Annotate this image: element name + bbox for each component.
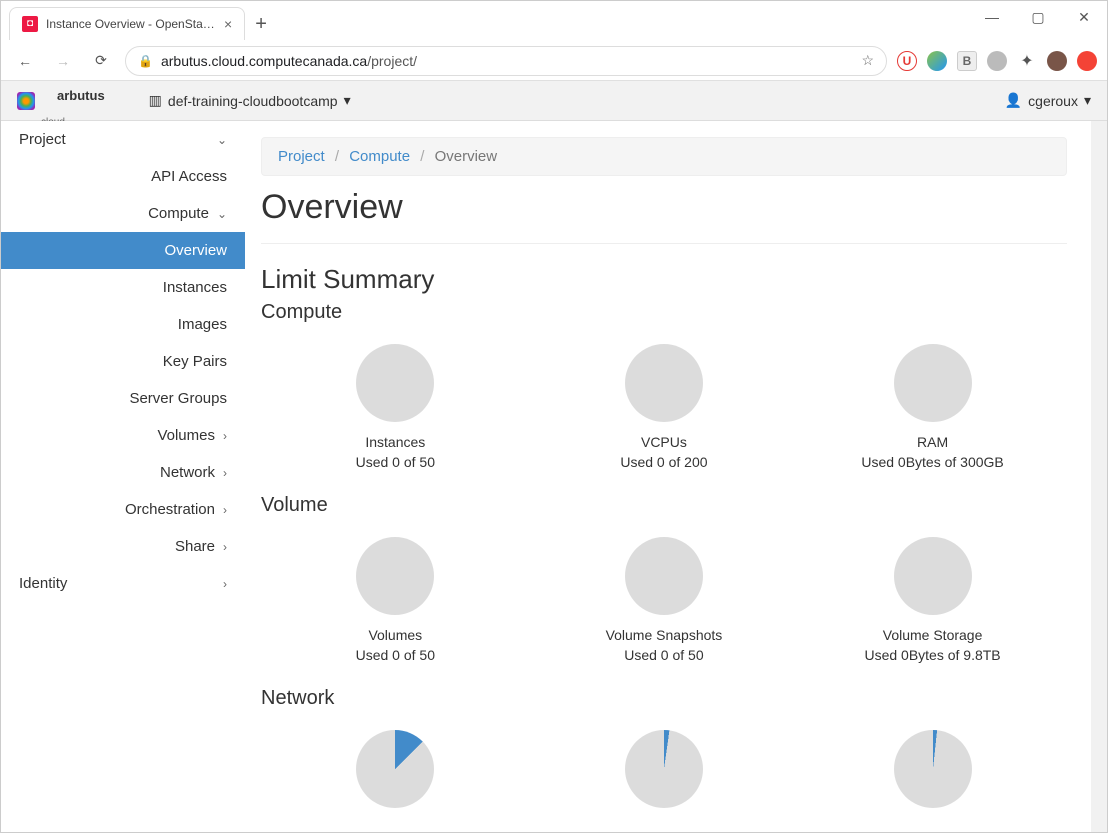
quota-ram: RAM Used 0Bytes of 300GB xyxy=(798,334,1067,488)
extension-icon[interactable]: B xyxy=(957,51,977,71)
network-subheading: Network xyxy=(261,687,1067,710)
address-row: ← → ⟳ 🔒 arbutus.cloud.computecanada.ca/p… xyxy=(1,41,1107,81)
window: ◘ Instance Overview - OpenStack D × + — … xyxy=(0,0,1108,833)
breadcrumb-compute[interactable]: Compute xyxy=(349,148,410,165)
extensions-menu-icon[interactable]: ✦ xyxy=(1017,51,1037,71)
chevron-right-icon: › xyxy=(223,577,227,591)
pie-chart xyxy=(356,730,434,808)
quota-network-2 xyxy=(530,720,799,832)
sidebar-item-compute[interactable]: Compute ⌄ xyxy=(1,195,245,232)
pie-chart xyxy=(356,344,434,422)
breadcrumb-current: Overview xyxy=(435,148,498,165)
maximize-button[interactable]: ▢ xyxy=(1015,1,1061,33)
sidebar-item-server-groups[interactable]: Server Groups xyxy=(1,380,245,417)
quota-network-3 xyxy=(798,720,1067,832)
sidebar-item-instances[interactable]: Instances xyxy=(1,269,245,306)
extension-icon[interactable] xyxy=(927,51,947,71)
network-quotas xyxy=(261,720,1067,832)
sidebar-item-orchestration[interactable]: Orchestration › xyxy=(1,491,245,528)
quota-instances: Instances Used 0 of 50 xyxy=(261,334,530,488)
back-button[interactable]: ← xyxy=(11,47,39,75)
pie-chart xyxy=(894,344,972,422)
sidebar: Project ⌄ API Access Compute ⌄ Overview … xyxy=(1,121,245,832)
chevron-right-icon: › xyxy=(223,540,227,554)
breadcrumb: Project / Compute / Overview xyxy=(261,137,1067,176)
pie-chart xyxy=(894,730,972,808)
browser-tab[interactable]: ◘ Instance Overview - OpenStack D × xyxy=(9,7,245,40)
titlebar: ◘ Instance Overview - OpenStack D × + — … xyxy=(1,1,1107,41)
sidebar-item-api-access[interactable]: API Access xyxy=(1,158,245,195)
scrollbar[interactable] xyxy=(1091,121,1107,832)
close-window-button[interactable]: ✕ xyxy=(1061,1,1107,33)
breadcrumb-project[interactable]: Project xyxy=(278,148,325,165)
pie-chart xyxy=(356,537,434,615)
lock-icon: 🔒 xyxy=(138,54,153,68)
extension-icon[interactable] xyxy=(1077,51,1097,71)
logo-text: arbutus cloud xyxy=(41,73,129,128)
quota-volume-snapshots: Volume Snapshots Used 0 of 50 xyxy=(530,527,799,681)
page-title: Overview xyxy=(261,188,1067,227)
pie-chart xyxy=(625,730,703,808)
compute-subheading: Compute xyxy=(261,301,1067,324)
sidebar-item-identity[interactable]: Identity › xyxy=(1,565,245,602)
minimize-button[interactable]: — xyxy=(969,1,1015,33)
sidebar-item-key-pairs[interactable]: Key Pairs xyxy=(1,343,245,380)
chevron-right-icon: › xyxy=(223,429,227,443)
domain-icon: ▥ xyxy=(149,92,162,109)
chevron-down-icon: ⌄ xyxy=(217,207,227,221)
pie-chart xyxy=(894,537,972,615)
address-bar[interactable]: 🔒 arbutus.cloud.computecanada.ca/project… xyxy=(125,46,887,76)
url-text: arbutus.cloud.computecanada.ca/project/ xyxy=(161,53,853,69)
bookmark-star-icon[interactable]: ☆ xyxy=(861,52,874,69)
chevron-down-icon: ▾ xyxy=(344,92,351,109)
sidebar-item-images[interactable]: Images xyxy=(1,306,245,343)
main-content: Project / Compute / Overview Overview Li… xyxy=(245,121,1091,832)
sidebar-item-share[interactable]: Share › xyxy=(1,528,245,565)
sidebar-item-overview[interactable]: Overview xyxy=(1,232,245,269)
limit-summary-heading: Limit Summary xyxy=(261,264,1067,295)
quota-volumes: Volumes Used 0 of 50 xyxy=(261,527,530,681)
volume-subheading: Volume xyxy=(261,494,1067,517)
extension-icon[interactable] xyxy=(987,51,1007,71)
sidebar-item-network[interactable]: Network › xyxy=(1,454,245,491)
extension-icons: U B ✦ xyxy=(897,51,1097,71)
reload-button[interactable]: ⟳ xyxy=(87,47,115,75)
project-selector[interactable]: ▥ def-training-cloudbootcamp ▾ xyxy=(149,92,351,109)
compute-quotas: Instances Used 0 of 50 VCPUs Used 0 of 2… xyxy=(261,334,1067,488)
body: Project ⌄ API Access Compute ⌄ Overview … xyxy=(1,121,1107,832)
sidebar-item-project[interactable]: Project ⌄ xyxy=(1,121,245,158)
ublock-icon[interactable]: U xyxy=(897,51,917,71)
pie-chart xyxy=(625,344,703,422)
quota-network-1 xyxy=(261,720,530,832)
new-tab-button[interactable]: + xyxy=(245,7,277,42)
volume-quotas: Volumes Used 0 of 50 Volume Snapshots Us… xyxy=(261,527,1067,681)
user-avatar[interactable] xyxy=(1047,51,1067,71)
quota-vcpus: VCPUs Used 0 of 200 xyxy=(530,334,799,488)
chevron-down-icon: ⌄ xyxy=(217,133,227,147)
quota-volume-storage: Volume Storage Used 0Bytes of 9.8TB xyxy=(798,527,1067,681)
user-menu[interactable]: 👤 cgeroux ▾ xyxy=(1005,92,1091,109)
chevron-right-icon: › xyxy=(223,466,227,480)
close-tab-icon[interactable]: × xyxy=(224,16,232,32)
divider xyxy=(261,243,1067,244)
window-controls: — ▢ ✕ xyxy=(969,1,1107,33)
forward-button[interactable]: → xyxy=(49,47,77,75)
logo-mark xyxy=(17,92,35,110)
sidebar-item-volumes[interactable]: Volumes › xyxy=(1,417,245,454)
chevron-down-icon: ▾ xyxy=(1084,92,1091,109)
logo[interactable]: arbutus cloud xyxy=(17,73,129,128)
app-bar: arbutus cloud ▥ def-training-cloudbootca… xyxy=(1,81,1107,121)
user-icon: 👤 xyxy=(1005,92,1022,109)
openstack-favicon: ◘ xyxy=(22,16,38,32)
tabs-area: ◘ Instance Overview - OpenStack D × + xyxy=(1,1,277,41)
pie-chart xyxy=(625,537,703,615)
tab-title: Instance Overview - OpenStack D xyxy=(46,17,216,31)
chevron-right-icon: › xyxy=(223,503,227,517)
